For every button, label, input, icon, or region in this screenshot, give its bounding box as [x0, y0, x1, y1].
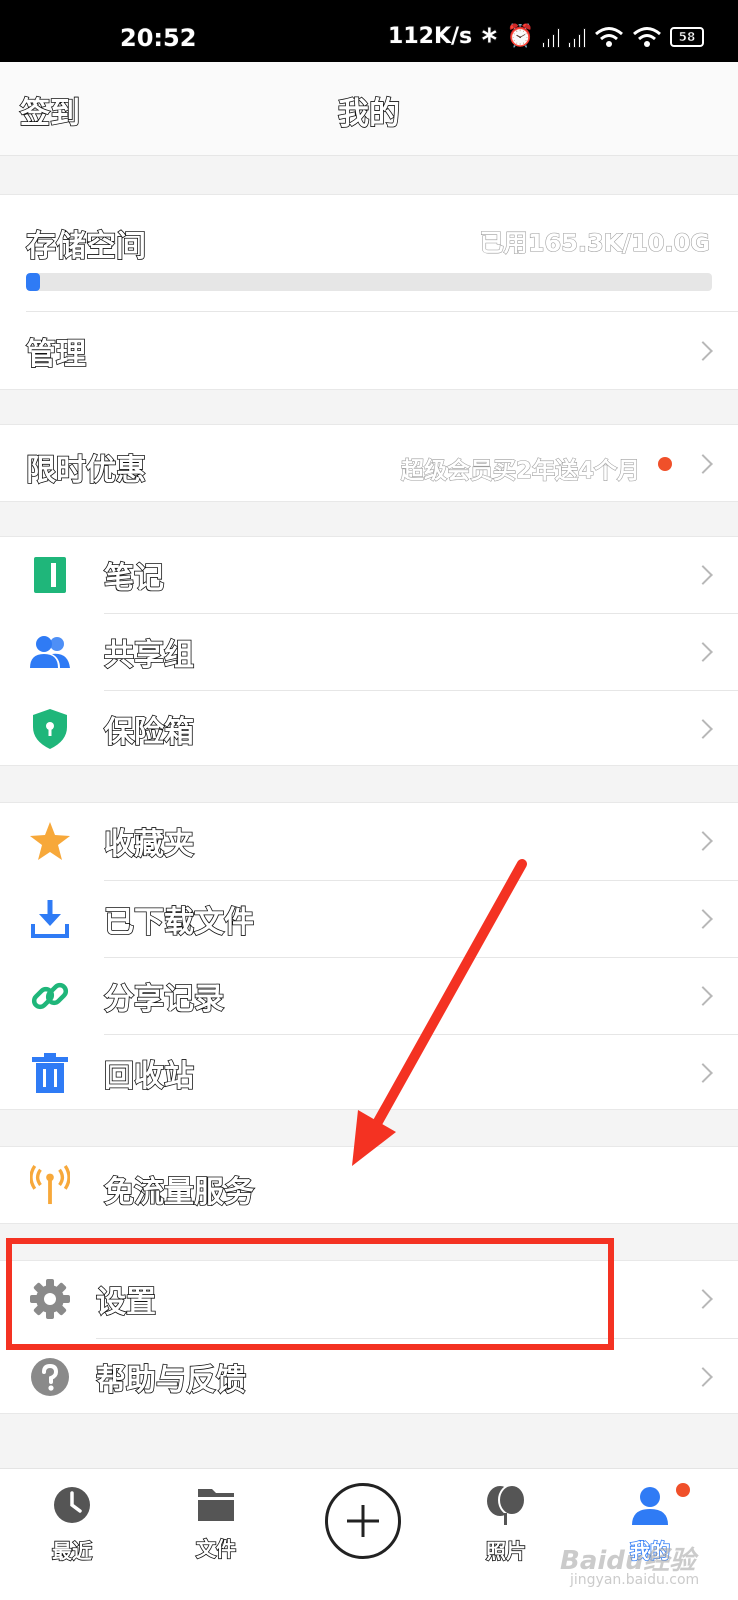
tab-label: 照片 [485, 1538, 527, 1564]
tab-label: 最近 [51, 1538, 93, 1564]
folder-icon [198, 1489, 234, 1521]
watermark-url: jingyan.baidu.com [570, 1572, 700, 1588]
photos-icon [487, 1484, 526, 1525]
annotation-arrow [352, 859, 527, 1166]
clock-icon [54, 1487, 90, 1523]
tab-files[interactable]: 文件 [166, 1485, 266, 1562]
tab-label: 文件 [195, 1536, 237, 1562]
tab-badge-dot [676, 1483, 690, 1497]
add-button[interactable] [325, 1483, 401, 1559]
tab-recent[interactable]: 最近 [22, 1485, 122, 1564]
person-icon [632, 1487, 668, 1525]
tab-photos[interactable]: 照片 [456, 1484, 556, 1564]
